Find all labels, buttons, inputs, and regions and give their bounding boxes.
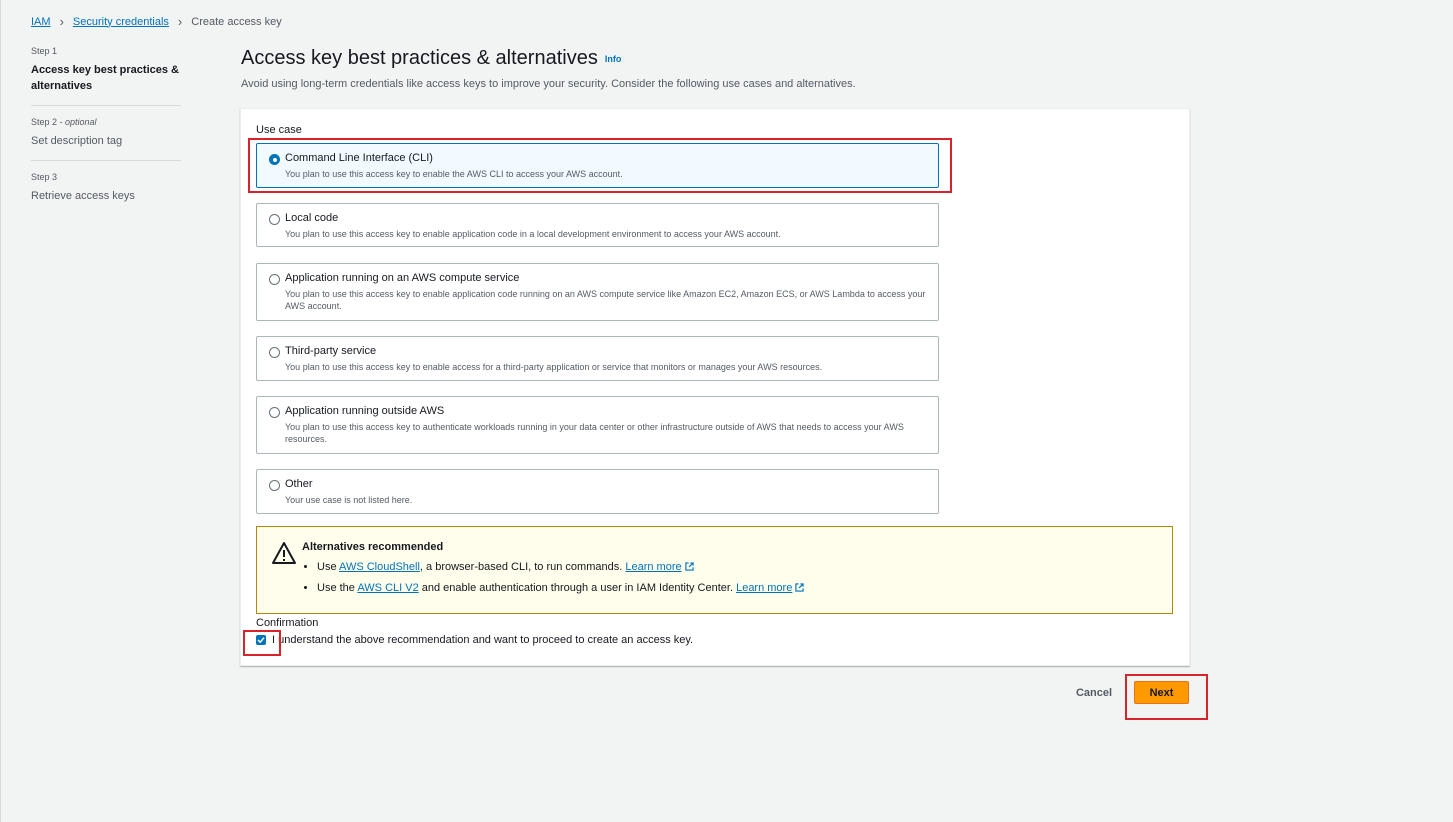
alert-list: Use AWS CloudShell, a browser-based CLI,… [302,561,805,603]
step-number: Step 3 [31,172,58,182]
radio-button[interactable] [269,274,280,285]
aws-cloudshell-link[interactable]: AWS CloudShell [339,561,420,573]
confirmation-checkbox[interactable] [256,635,266,645]
radio-button[interactable] [269,214,280,225]
radio-button[interactable] [269,407,280,418]
chevron-right-icon: › [177,14,183,29]
step-title: Access key best practices & alternatives [31,64,179,92]
breadcrumb-security-credentials-link[interactable]: Security credentials [73,16,169,28]
confirmation-label: Confirmation [256,617,319,629]
option-title: Application running outside AWS [285,405,445,417]
alert-item: Use the AWS CLI V2 and enable authentica… [317,582,805,595]
learn-more-link[interactable]: Learn more [736,582,792,594]
option-description: Your use case is not listed here. [285,495,413,505]
option-title: Third-party service [285,345,377,357]
option-title: Local code [285,212,339,224]
wizard-step-2: Step 2 - optional Set description tag [31,117,181,161]
external-link-icon [795,583,805,592]
use-case-option-third-party[interactable]: Third-party service You plan to use this… [256,336,939,381]
radio-button[interactable] [269,154,280,165]
use-case-option-other[interactable]: Other Your use case is not listed here. [256,469,939,514]
next-button[interactable]: Next [1134,681,1189,704]
external-link-icon [684,562,694,571]
step-number: Step 1 [31,46,58,56]
page-description: Avoid using long-term credentials like a… [241,78,856,90]
wizard-step-3: Step 3 Retrieve access keys [31,172,181,215]
use-case-option-cli[interactable]: Command Line Interface (CLI) You plan to… [256,143,939,188]
use-case-label: Use case [256,124,302,136]
alert-item: Use AWS CloudShell, a browser-based CLI,… [317,561,804,574]
aws-cli-v2-link[interactable]: AWS CLI V2 [357,582,418,594]
use-case-option-aws-compute[interactable]: Application running on an AWS compute se… [256,263,939,321]
confirmation-text[interactable]: I understand the above recommendation an… [272,634,693,646]
wizard-steps: Step 1 Access key best practices & alter… [31,46,181,226]
use-case-panel: Use case Command Line Interface (CLI) Yo… [240,108,1190,666]
page-title: Access key best practices & alternatives… [241,47,622,69]
alternatives-alert: Alternatives recommended Use AWS CloudSh… [256,526,1173,614]
option-description: You plan to use this access key to enabl… [285,169,623,179]
step-title: Set description tag [31,135,123,147]
chevron-right-icon: › [59,14,64,29]
step-number: Step 2 - optional [31,117,97,127]
radio-button[interactable] [269,480,280,491]
warning-icon [272,542,296,564]
option-title: Other [285,478,313,490]
option-description: You plan to use this access key to enabl… [285,289,926,311]
checkmark-icon [257,637,265,644]
info-link[interactable]: Info [605,54,622,64]
wizard-step-1: Step 1 Access key best practices & alter… [31,46,181,106]
option-description: You plan to use this access key to enabl… [285,362,823,372]
learn-more-link[interactable]: Learn more [625,561,681,573]
use-case-option-local-code[interactable]: Local code You plan to use this access k… [256,203,939,247]
option-description: You plan to use this access key to authe… [285,422,904,444]
radio-button[interactable] [269,347,280,358]
alert-title: Alternatives recommended [302,541,444,553]
cancel-button[interactable]: Cancel [1067,682,1121,704]
use-case-option-outside-aws[interactable]: Application running outside AWS You plan… [256,396,939,454]
breadcrumb: IAM › Security credentials › Create acce… [31,15,282,28]
option-title: Application running on an AWS compute se… [285,272,520,284]
option-description: You plan to use this access key to enabl… [285,229,781,239]
breadcrumb-current: Create access key [191,15,282,28]
step-title: Retrieve access keys [31,190,135,202]
confirmation-row: I understand the above recommendation an… [256,634,693,646]
breadcrumb-iam-link[interactable]: IAM [31,16,51,28]
step-optional-label: optional [65,117,97,127]
option-title: Command Line Interface (CLI) [285,152,433,164]
